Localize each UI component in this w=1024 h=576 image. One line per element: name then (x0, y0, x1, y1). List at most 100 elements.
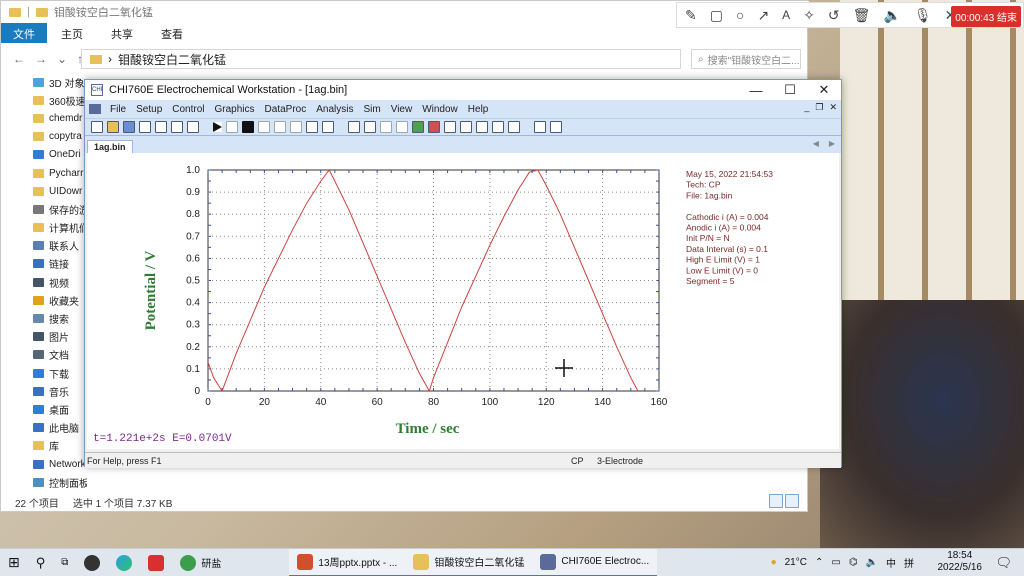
run-icon[interactable] (213, 122, 222, 132)
open-file-icon[interactable] (107, 121, 119, 133)
macro-icon[interactable] (187, 121, 199, 133)
network-icon[interactable]: ⌬ (849, 557, 858, 568)
arrow-icon[interactable]: ↗ (757, 7, 769, 24)
taskbar-app-red[interactable] (140, 549, 172, 576)
battery-icon[interactable]: ▭ (831, 557, 840, 568)
menu-item-analysis[interactable]: Analysis (311, 104, 358, 115)
undo-icon[interactable]: ↺ (828, 7, 840, 24)
tab-right-icon[interactable]: ▶ (829, 139, 835, 148)
color-icon[interactable] (412, 121, 424, 133)
details-view-icon[interactable] (769, 494, 783, 508)
menu-item-control[interactable]: Control (167, 104, 209, 115)
ime-indicator[interactable]: 中 (886, 555, 896, 570)
taskbar-app-mascot[interactable] (76, 549, 108, 576)
nav-item[interactable]: copytra (1, 128, 87, 146)
ime-mode[interactable]: 拼 (904, 555, 914, 570)
integral-icon[interactable] (492, 121, 504, 133)
nav-item[interactable]: 桌面 (1, 400, 87, 418)
nav-item[interactable]: chemdr (1, 109, 87, 127)
nav-item[interactable]: 音乐 (1, 382, 87, 400)
copy-icon[interactable] (444, 121, 456, 133)
step-icon[interactable] (274, 121, 286, 133)
taskbar-edge[interactable] (108, 549, 140, 576)
pen-icon[interactable]: ✎ (685, 7, 697, 24)
report-icon[interactable] (534, 121, 546, 133)
microphone-icon[interactable]: 🎙 (914, 7, 932, 24)
nav-item[interactable]: 联系人 (1, 237, 87, 255)
menu-item-help[interactable]: Help (463, 104, 494, 115)
rectangle-icon[interactable]: ▢ (710, 7, 723, 24)
nav-item[interactable]: OneDri (1, 146, 87, 164)
ir-comp-icon[interactable] (290, 121, 302, 133)
ribbon-tab-home[interactable]: 主页 (47, 23, 97, 43)
mdi-minimize-button[interactable]: _ (804, 102, 809, 113)
close-button[interactable]: ✕ (807, 80, 841, 100)
clock[interactable]: 18:54 2022/5/16 (938, 550, 983, 574)
nav-item[interactable]: 3D 对象 (1, 73, 87, 91)
pause-icon[interactable] (226, 121, 238, 133)
overlay-icon[interactable] (380, 121, 392, 133)
nav-item[interactable]: Pycharr (1, 164, 87, 182)
nav-item[interactable]: 360极速 (1, 91, 87, 109)
back-arrow-icon[interactable]: ← (13, 52, 25, 66)
minimize-button[interactable]: — (739, 80, 773, 100)
nav-item[interactable]: 保存的游 (1, 200, 87, 218)
parameters-icon[interactable] (171, 121, 183, 133)
graph-icon[interactable] (348, 121, 360, 133)
add-data-icon[interactable] (396, 121, 408, 133)
nav-item[interactable]: 此电脑 (1, 419, 87, 437)
save-icon[interactable] (123, 121, 135, 133)
trash-icon[interactable]: 🗑 (853, 7, 871, 24)
font-icon[interactable] (428, 121, 440, 133)
forward-arrow-icon[interactable]: → (35, 52, 47, 66)
mdi-close-button[interactable]: ✕ (829, 102, 837, 113)
notification-icon[interactable]: 🗨 (995, 555, 1012, 571)
menu-item-setup[interactable]: Setup (131, 104, 167, 115)
ribbon-tab-share[interactable]: 共享 (97, 23, 147, 43)
menu-item-sim[interactable]: Sim (358, 104, 385, 115)
nav-item[interactable]: 收藏夹 (1, 291, 87, 309)
new-file-icon[interactable] (91, 121, 103, 133)
start-button[interactable]: ⊞ (0, 549, 28, 576)
derivative-icon[interactable] (476, 121, 488, 133)
menu-item-file[interactable]: File (105, 104, 131, 115)
nav-item[interactable]: 搜索 (1, 309, 87, 327)
nav-item[interactable]: 视频 (1, 273, 87, 291)
circle-icon[interactable]: ○ (736, 7, 744, 23)
print-icon[interactable] (139, 121, 151, 133)
menu-item-graphics[interactable]: Graphics (210, 104, 260, 115)
taskbar-item-1[interactable]: 13周pptx.pptx - ... (289, 548, 406, 576)
search-button[interactable]: ⚲ (28, 549, 54, 576)
reverse-icon[interactable] (258, 121, 270, 133)
zoom-icon[interactable] (364, 121, 376, 133)
menu-item-view[interactable]: View (386, 104, 418, 115)
taskbar-item-0[interactable]: 研盐 (172, 549, 229, 576)
stop-icon[interactable] (242, 121, 254, 133)
taskbar-item-3[interactable]: CHI760E Electroc... (532, 548, 658, 576)
nav-item[interactable]: 库 (1, 437, 87, 455)
search-input[interactable]: ⌕ 搜索"钼酸铵空白二... (691, 49, 801, 69)
tiles-view-icon[interactable] (785, 494, 799, 508)
volume-icon[interactable]: 🔈 (866, 557, 878, 568)
record-stop-button[interactable]: 00:00:43 结束 (951, 6, 1021, 27)
menu-item-dataproc[interactable]: DataProc (260, 104, 312, 115)
nav-item[interactable]: 图片 (1, 328, 87, 346)
smooth-icon[interactable] (460, 121, 472, 133)
tab-left-icon[interactable]: ◀ (813, 139, 819, 148)
nav-item[interactable]: Network (1, 455, 87, 473)
menu-item-window[interactable]: Window (417, 104, 463, 115)
ribbon-tab-view[interactable]: 查看 (147, 23, 197, 43)
nav-item[interactable]: 文档 (1, 346, 87, 364)
nav-item[interactable]: 控制面板 (1, 473, 87, 491)
chevron-up-icon[interactable]: ⌃ (815, 557, 823, 568)
nav-item[interactable]: 计算机们 (1, 219, 87, 237)
nav-item[interactable]: UIDowr (1, 182, 87, 200)
filter-icon[interactable] (306, 121, 318, 133)
nav-item[interactable]: 链接 (1, 255, 87, 273)
text-icon[interactable]: A (782, 8, 790, 22)
mdi-restore-button[interactable]: ❐ (815, 102, 823, 113)
tab-1ag-bin[interactable]: 1ag.bin (87, 140, 133, 153)
speaker-icon[interactable]: 🔈 (883, 7, 900, 24)
magic-wand-icon[interactable]: ✧ (803, 7, 815, 24)
maximize-button[interactable]: ☐ (773, 80, 807, 100)
